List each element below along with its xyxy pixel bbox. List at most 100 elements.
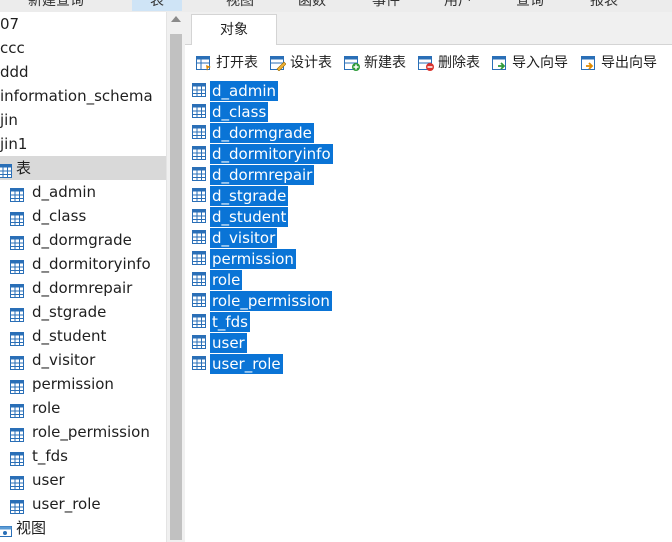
object-name: d_class bbox=[210, 102, 269, 122]
new-table-label: 新建表 bbox=[364, 55, 406, 71]
tree-db-jin[interactable]: jin bbox=[0, 108, 166, 132]
object-name: d_admin bbox=[210, 81, 279, 101]
table-icon bbox=[192, 272, 206, 290]
tree-table-label: d_dormitoryinfo bbox=[32, 255, 151, 273]
tree-views-label: 视图 bbox=[16, 519, 47, 537]
tree-table-label: d_dormrepair bbox=[32, 279, 133, 297]
table-icon bbox=[192, 209, 206, 227]
tree-table-item[interactable]: permission bbox=[0, 372, 166, 396]
table-icon bbox=[192, 314, 206, 332]
sidebar-scrollbar[interactable] bbox=[166, 12, 185, 542]
tree-db-label: ddd bbox=[0, 63, 29, 81]
object-name: t_fds bbox=[210, 312, 250, 332]
tree-table-label: t_fds bbox=[32, 447, 68, 465]
tree-table-label: user_role bbox=[32, 495, 101, 513]
tree-table-item[interactable]: d_dormrepair bbox=[0, 276, 166, 300]
menu-new-query[interactable]: 新建查询 bbox=[28, 0, 84, 11]
tree-table-item[interactable]: d_stgrade bbox=[0, 300, 166, 324]
tree-tables-label: 表 bbox=[16, 159, 32, 177]
object-name: d_dormitoryinfo bbox=[210, 144, 333, 164]
table-icon bbox=[192, 188, 206, 206]
table-icon bbox=[192, 230, 206, 248]
object-name: user_role bbox=[210, 354, 283, 374]
tree-db-ddd[interactable]: ddd bbox=[0, 60, 166, 84]
view-icon bbox=[0, 521, 12, 542]
menu-queries[interactable]: 查询 bbox=[516, 0, 544, 11]
tree-db-label: 07 bbox=[0, 15, 20, 33]
table-icon bbox=[192, 167, 206, 185]
delete-table-label: 删除表 bbox=[438, 55, 480, 71]
object-name: role_permission bbox=[210, 291, 332, 311]
object-name: d_stgrade bbox=[210, 186, 289, 206]
tree-table-item[interactable]: t_fds bbox=[0, 444, 166, 468]
design-table-label: 设计表 bbox=[290, 55, 332, 71]
table-icon bbox=[192, 104, 206, 122]
tree-table-item[interactable]: d_dormgrade bbox=[0, 228, 166, 252]
table-icon bbox=[192, 83, 206, 101]
tree-table-label: d_student bbox=[32, 327, 107, 345]
tree-table-label: permission bbox=[32, 375, 114, 393]
tree-table-item[interactable]: user bbox=[0, 468, 166, 492]
main-panel: 对象 打开表 设计表 新建表 删除表 导入向导 导出向导 d_admin d_c… bbox=[185, 12, 672, 542]
open-table-label: 打开表 bbox=[216, 55, 258, 71]
tree-table-item[interactable]: d_admin bbox=[0, 180, 166, 204]
object-name: d_visitor bbox=[210, 228, 278, 248]
tree-db-label: information_schema bbox=[0, 87, 153, 105]
scroll-up-arrow-icon[interactable] bbox=[171, 16, 181, 22]
tree-table-label: user bbox=[32, 471, 65, 489]
object-name: d_dormrepair bbox=[210, 165, 315, 185]
tree-table-label: d_dormgrade bbox=[32, 231, 132, 249]
object-name: d_student bbox=[210, 207, 289, 227]
navigation-tree: 07 ccc ddd information_schema jin jin1 表… bbox=[0, 12, 166, 542]
import-wizard-label: 导入向导 bbox=[512, 55, 568, 71]
tree-table-label: d_visitor bbox=[32, 351, 96, 369]
scroll-thumb[interactable] bbox=[170, 34, 182, 540]
tree-table-label: role_permission bbox=[32, 423, 150, 441]
tree-table-label: d_admin bbox=[32, 183, 97, 201]
tree-db-jin1[interactable]: jin1 bbox=[0, 132, 166, 156]
tree-table-label: d_stgrade bbox=[32, 303, 107, 321]
object-name: role bbox=[210, 270, 243, 290]
tree-table-item[interactable]: d_student bbox=[0, 324, 166, 348]
tab-objects[interactable]: 对象 bbox=[191, 14, 277, 45]
delete-table-icon bbox=[418, 55, 434, 78]
object-toolbar: 打开表 设计表 新建表 删除表 导入向导 导出向导 bbox=[185, 50, 672, 76]
tree-table-item[interactable]: d_dormitoryinfo bbox=[0, 252, 166, 276]
table-icon bbox=[192, 251, 206, 269]
menu-users[interactable]: 用户 bbox=[444, 0, 472, 11]
tree-db-ccc[interactable]: ccc bbox=[0, 36, 166, 60]
table-icon bbox=[192, 335, 206, 353]
menu-events[interactable]: 事件 bbox=[372, 0, 400, 11]
new-table-icon bbox=[344, 55, 360, 78]
table-icon bbox=[192, 125, 206, 143]
tree-db-label: jin1 bbox=[0, 135, 28, 153]
table-icon bbox=[192, 146, 206, 164]
tree-table-item[interactable]: role bbox=[0, 396, 166, 420]
object-name: user bbox=[210, 333, 247, 353]
export-wizard-label: 导出向导 bbox=[601, 55, 657, 71]
menu-tables[interactable]: 表 bbox=[132, 0, 182, 11]
export-wizard-icon bbox=[581, 55, 597, 78]
tree-db-label: jin bbox=[0, 111, 18, 129]
tree-views-node[interactable]: 视图 bbox=[0, 516, 166, 540]
tree-table-item[interactable]: user_role bbox=[0, 492, 166, 516]
menu-views[interactable]: 视图 bbox=[226, 0, 254, 11]
tab-bar: 对象 bbox=[185, 12, 672, 45]
design-table-icon bbox=[270, 55, 287, 78]
tree-table-item[interactable]: d_visitor bbox=[0, 348, 166, 372]
table-icon bbox=[192, 293, 206, 311]
object-name: permission bbox=[210, 249, 296, 269]
import-wizard-icon bbox=[492, 55, 508, 78]
menu-functions[interactable]: 函数 bbox=[298, 0, 326, 11]
tree-table-label: role bbox=[32, 399, 61, 417]
table-icon bbox=[192, 356, 206, 374]
tree-db-information-schema[interactable]: information_schema bbox=[0, 84, 166, 108]
object-name: d_dormgrade bbox=[210, 123, 314, 143]
menu-reports[interactable]: 报表 bbox=[590, 0, 618, 11]
tree-table-label: d_class bbox=[32, 207, 87, 225]
tree-db-label: ccc bbox=[0, 39, 25, 57]
tree-tables-node[interactable]: 表 bbox=[0, 156, 166, 180]
tree-table-item[interactable]: d_class bbox=[0, 204, 166, 228]
tree-table-item[interactable]: role_permission bbox=[0, 420, 166, 444]
tree-db-07[interactable]: 07 bbox=[0, 12, 166, 36]
